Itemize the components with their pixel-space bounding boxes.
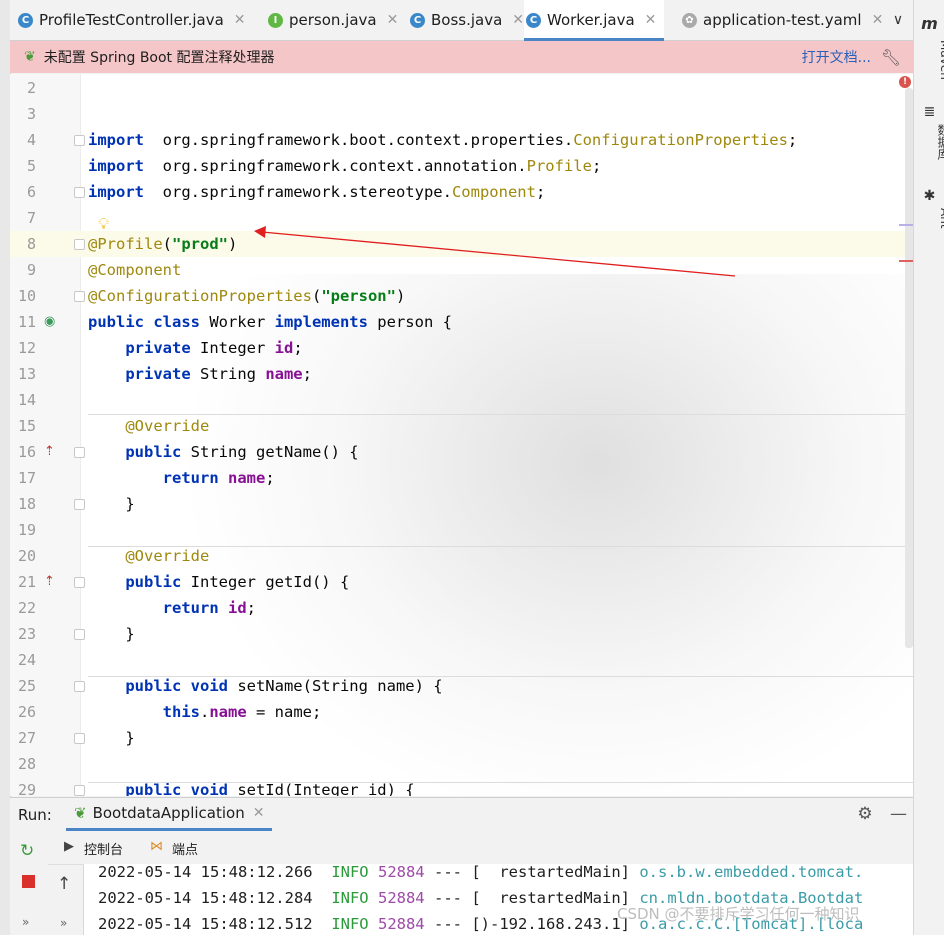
code-editor[interactable]: 2 3 4 import org.springframework.boot.conte…	[10, 74, 913, 796]
minimize-icon[interactable]: —	[890, 804, 907, 824]
class-icon: C	[526, 12, 541, 28]
tab-profile-test-controller[interactable]: C ProfileTestController.java ✕	[16, 0, 246, 40]
tab-console[interactable]: 控制台	[84, 839, 123, 858]
run-config-tab[interactable]: ❦ BootdataApplication ✕	[66, 798, 273, 831]
run-window-actions: ⚙ —	[857, 804, 907, 824]
class-icon: C	[410, 12, 425, 28]
scroll-marker	[899, 224, 913, 226]
ant-icon[interactable]: ✱	[914, 188, 944, 204]
ant-tool-label[interactable]: Ant	[921, 208, 944, 229]
console-icon: ▶	[64, 839, 74, 854]
tab-boss[interactable]: C Boss.java ✕	[408, 0, 524, 40]
close-icon[interactable]: ✕	[872, 12, 884, 28]
run-sub-tabs: ▶ 控制台 ⋈ 端点	[48, 831, 913, 865]
interface-icon: I	[268, 12, 283, 28]
vertical-scrollbar[interactable]	[905, 88, 913, 648]
run-config-label: BootdataApplication	[92, 804, 245, 822]
spring-leaf-icon: ❦	[24, 49, 36, 65]
close-icon[interactable]: ✕	[512, 12, 524, 28]
tab-endpoints[interactable]: 端点	[172, 839, 198, 858]
watermark: CSDN @不要排斥学习任何一种知识	[617, 905, 860, 923]
tab-label: Boss.java	[431, 11, 503, 29]
maven-m-icon[interactable]: m	[914, 14, 944, 33]
open-docs-link[interactable]: 打开文档...	[802, 47, 871, 67]
run-side-toolbar: ↻ »	[10, 831, 49, 935]
database-icon[interactable]: ≣	[914, 104, 944, 120]
spring-boot-icon: ❦	[74, 804, 87, 822]
banner-message: 未配置 Spring Boot 配置注释处理器	[43, 50, 275, 66]
right-tool-strip: m Maven ≣ 数据库 ✱ Ant	[913, 0, 944, 935]
tab-worker[interactable]: C Worker.java ✕	[524, 0, 665, 41]
yaml-icon: ✿	[682, 12, 697, 28]
tab-label: application-test.yaml	[703, 11, 862, 29]
tab-application-test-yaml[interactable]: ✿ application-test.yaml ✕	[680, 0, 883, 40]
database-tool-label[interactable]: 数据库	[921, 124, 944, 160]
chevron-down-icon[interactable]: ∨	[883, 0, 913, 40]
editor-tab-bar: C ProfileTestController.java ✕ I person.…	[10, 0, 913, 41]
config-processor-banner: ❦ 未配置 Spring Boot 配置注释处理器 打开文档... 🔧︎	[10, 41, 913, 73]
tab-label: ProfileTestController.java	[39, 11, 224, 29]
more-icon[interactable]: »	[22, 915, 29, 929]
wrench-icon[interactable]: 🔧︎	[881, 48, 901, 67]
close-icon[interactable]: ✕	[387, 12, 399, 28]
close-icon[interactable]: ✕	[253, 805, 265, 821]
stop-icon[interactable]	[22, 875, 35, 888]
close-icon[interactable]: ✕	[645, 12, 657, 28]
run-tool-window-header: Run: ❦ BootdataApplication ✕ ⚙ —	[10, 797, 913, 832]
tab-person[interactable]: I person.java ✕	[266, 0, 398, 40]
error-indicator-icon[interactable]: !	[899, 76, 911, 88]
gear-icon[interactable]: ⚙	[857, 804, 872, 824]
class-icon: C	[18, 12, 33, 28]
scroll-up-icon[interactable]: ↑	[57, 874, 71, 894]
log-line: 2022-05-14 15:48:12.266 INFO 52884 --- […	[98, 864, 864, 881]
annotation-arrow	[254, 226, 736, 277]
scroll-marker	[899, 260, 913, 262]
rerun-icon[interactable]: ↻	[20, 841, 34, 861]
run-label: Run:	[18, 806, 52, 824]
tab-label: Worker.java	[547, 11, 635, 29]
more-icon[interactable]: »	[60, 916, 67, 930]
maven-tool-label[interactable]: Maven	[921, 40, 944, 80]
tab-label: person.java	[289, 11, 377, 29]
console-side-toolbar: ↑ »	[48, 864, 84, 935]
close-icon[interactable]: ✕	[234, 12, 246, 28]
endpoints-icon: ⋈	[150, 839, 163, 854]
console-output[interactable]: 2022-05-14 15:48:12.266 INFO 52884 --- […	[84, 864, 913, 935]
